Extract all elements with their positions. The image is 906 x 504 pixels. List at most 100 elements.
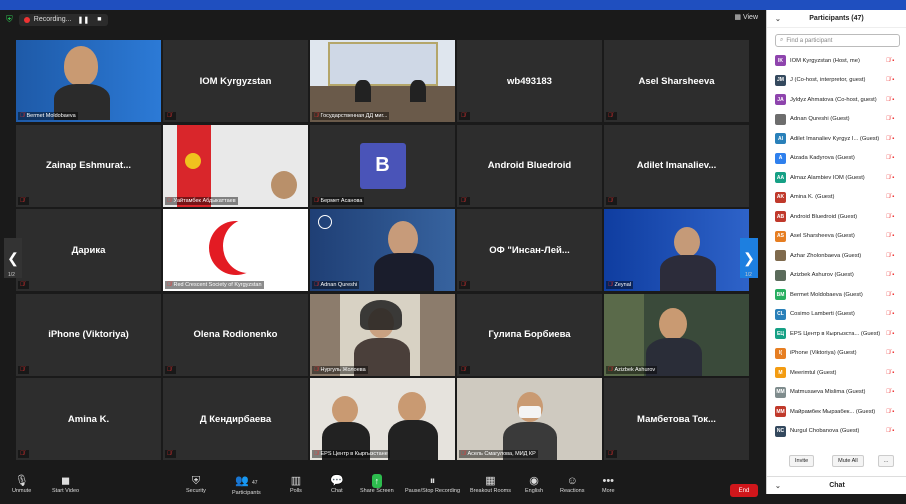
record-button[interactable]: ⏸ Pause/Stop Recording — [405, 474, 460, 494]
shield-icon: ⛨ — [191, 475, 201, 487]
participant-row[interactable]: CL Cosimo Lamberti (Guest) 🎙̸ ▪ — [767, 305, 906, 325]
breakout-button[interactable]: ▦ Breakout Rooms — [470, 474, 511, 494]
video-tile[interactable]: wb493183 🎙̸ — [457, 40, 602, 122]
avatar: A — [775, 152, 786, 164]
share-button[interactable]: ↑ Share Screen — [360, 474, 394, 494]
participant-name: Meerimtul (Guest) — [790, 369, 837, 376]
avatar: AI — [775, 133, 786, 145]
tile-name-label: 🎙̸ Государственная ДД миг... — [312, 112, 390, 120]
participant-row[interactable]: AK Amina K. (Guest) 🎙̸ ▪ — [767, 188, 906, 208]
video-tile[interactable]: Д Кендирбаева 🎙̸ — [163, 378, 308, 460]
end-meeting-button[interactable]: End — [730, 484, 758, 497]
video-tile[interactable]: 🎙̸ Уайтамбек Абдыкаттаев — [163, 124, 308, 207]
video-tile[interactable]: Amina K. 🎙̸ — [16, 378, 161, 460]
participant-name: Nurgul Chobanova (Guest) — [790, 428, 860, 435]
participant-name: Aizada Kadyrova (Guest) — [790, 155, 855, 162]
video-tile[interactable]: 🎙̸ EPS Центр в Кыргызстане — [310, 378, 455, 460]
video-tile[interactable]: Olena Rodionenko 🎙̸ — [163, 293, 308, 376]
tile-name-label: 🎙̸ — [18, 365, 29, 374]
video-tile[interactable]: IOM Kyrgyzstan 🎙̸ — [163, 40, 308, 122]
avatar: AS — [775, 230, 786, 242]
unmute-button[interactable]: 🎙 Unmute — [12, 474, 31, 494]
video-tile[interactable]: 🎙̸ Асель Смагулова, МИД КР — [457, 378, 602, 460]
chat-button[interactable]: 💬 Chat — [330, 474, 344, 494]
tile-name-label: 🎙̸ Zeynal — [606, 281, 634, 289]
participants-button[interactable]: 👥 47 Participants — [232, 474, 261, 496]
mute-all-button[interactable]: Mute All — [832, 455, 864, 467]
video-tile[interactable]: 🎙̸ Red Crescent Society of Kyrgyzstan — [163, 209, 308, 291]
polls-icon: ▥ — [290, 475, 302, 487]
video-tile[interactable]: ОФ "Инсан-Лей... 🎙̸ — [457, 209, 602, 291]
video-tile[interactable]: Zainap Eshmurat... 🎙̸ — [16, 124, 161, 207]
collapse-chevron-icon[interactable]: ⌄ — [775, 15, 781, 23]
more-options-button[interactable]: ... — [877, 455, 895, 467]
participant-row[interactable]: IK IOM Kyrgyzstan (Host, me) 🎙̸ ▪ — [767, 51, 906, 71]
chevron-left-icon: ❮ — [7, 249, 19, 266]
collapse-chat-chevron-icon[interactable]: ⌄ — [775, 482, 781, 490]
video-tile[interactable]: Гулипа Борбиева 🎙̸ — [457, 293, 602, 376]
participant-row[interactable]: JM J (Co-host, interpretor, guest) 🎙̸ ▪ — [767, 71, 906, 91]
video-tile[interactable]: B 🎙̸ Бермет Асанова — [310, 124, 455, 207]
mic-muted-icon: 🎙̸ — [314, 113, 319, 119]
participant-row[interactable]: Adnan Qureshi (Guest) 🎙̸ ▪ — [767, 110, 906, 130]
toolbar-label: English — [525, 488, 544, 494]
pause-recording-icon[interactable]: ❚❚ — [76, 16, 92, 24]
video-tile[interactable]: 🎙̸ Zeynal — [604, 209, 749, 291]
participant-row[interactable]: MM Майрамбек Мырзабек... (Guest) 🎙̸ ▪ — [767, 402, 906, 422]
tile-label-text: Adnan Qureshi — [320, 282, 358, 288]
mic-muted-icon: 🎙̸ — [167, 113, 172, 119]
stop-recording-icon[interactable]: ■ — [95, 16, 103, 23]
english-button[interactable]: ◉ English — [525, 474, 543, 494]
participant-row[interactable]: BM Bermet Moldobaeva (Guest) 🎙̸ ▪ — [767, 285, 906, 305]
participants-title: Participants (47) — [809, 15, 864, 22]
participant-row[interactable]: AS Asel Sharsheeva (Guest) 🎙̸ ▪ — [767, 227, 906, 247]
tile-name-label: 🎙̸ — [459, 196, 470, 205]
participant-tile-name: Amina K. — [67, 413, 110, 425]
tile-label-text: Azizbek Ashurov — [614, 366, 656, 373]
video-grid: 🎙̸ Bermet Moldobaeva IOM Kyrgyzstan 🎙̸ 🎙̸ Гос… — [16, 40, 749, 460]
video-tile[interactable]: 🎙̸ Bermet Moldobaeva — [16, 40, 161, 122]
participant-search-input[interactable]: ⌕ Find a participant — [775, 34, 900, 47]
video-tile[interactable]: iPhone (Viktoriya) 🎙̸ — [16, 293, 161, 376]
participant-row[interactable]: JA Jyldyz Ahmatova (Co-host, guest) 🎙̸ ▪ — [767, 90, 906, 110]
participant-row[interactable]: AA Almaz Alambiev IOM (Guest) 🎙̸ ▪ — [767, 168, 906, 188]
video-tile[interactable]: 🎙̸ Adnan Qureshi — [310, 209, 455, 291]
video-tile[interactable]: Мамбетова Ток... 🎙̸ — [604, 378, 749, 460]
mic-muted-icon: 🎙̸ — [20, 282, 25, 288]
mic-muted-icon: 🎙̸ ▪ — [886, 213, 895, 220]
participant-row[interactable]: AI Adilet Imanaliev Kyrgyz I... (Guest) 🎙̸… — [767, 129, 906, 149]
mic-muted-icon: 🎙̸ ▪ — [886, 428, 895, 435]
video-tile[interactable]: 🎙̸ Azizbek Ashurov — [604, 293, 749, 376]
video-tile[interactable]: 🎙̸ Нургуль Жолоева — [310, 293, 455, 376]
video-tile[interactable]: Asel Sharsheeva 🎙̸ — [604, 40, 749, 122]
tile-label-text: Асель Смагулова, МИД КР — [467, 451, 536, 457]
invite-button[interactable]: Invite — [789, 455, 815, 467]
participant-row[interactable]: M Meerimtul (Guest) 🎙̸ ▪ — [767, 363, 906, 383]
tile-label-text: Bermet Moldobaeva — [26, 113, 76, 119]
view-button[interactable]: ▦ View — [734, 13, 758, 21]
view-label: View — [742, 14, 758, 21]
more-button[interactable]: ••• More — [602, 474, 615, 494]
security-button[interactable]: ⛨ Security — [186, 474, 206, 494]
video-tile[interactable]: 🎙̸ Государственная ДД миг... — [310, 40, 455, 122]
video-tile[interactable]: Android Bluedroid 🎙̸ — [457, 124, 602, 207]
participant-row[interactable]: ЕЦ EPS Центр в Кыргызста... (Guest) 🎙̸ ▪ — [767, 324, 906, 344]
polls-button[interactable]: ▥ Polls — [290, 474, 302, 494]
video-tile[interactable]: Дарика 🎙̸ — [16, 209, 161, 291]
participant-row[interactable]: I(iPhone (Viktoriya) (Guest) 🎙̸ ▪ — [767, 344, 906, 364]
participant-row[interactable]: Azizbek Ashurov (Guest) 🎙̸ ▪ — [767, 266, 906, 286]
video-button[interactable]: ◼ Start Video — [52, 474, 79, 494]
participant-row[interactable]: MM Matmusaeva Mislima (Guest) 🎙̸ ▪ — [767, 383, 906, 403]
participant-row[interactable]: AB Android Bluedroid (Guest) 🎙̸ ▪ — [767, 207, 906, 227]
mic-muted-icon: 🎙̸ — [20, 451, 25, 457]
avatar: AB — [775, 211, 786, 223]
participant-row[interactable]: Azhar Zholonbaeva (Guest) 🎙̸ ▪ — [767, 246, 906, 266]
mic-muted-icon: 🎙̸ — [314, 282, 319, 288]
participant-row[interactable]: NC Nurgul Chobanova (Guest) 🎙̸ ▪ — [767, 422, 906, 442]
participant-row[interactable]: A Aizada Kadyrova (Guest) 🎙̸ ▪ — [767, 149, 906, 169]
video-tile[interactable]: Adilet Imanaliev... 🎙̸ — [604, 124, 749, 207]
mic-muted-icon: 🎙̸ — [608, 197, 613, 204]
recording-indicator: Recording... ❚❚ ■ — [18, 13, 109, 26]
reactions-button[interactable]: ☺ Reactions — [560, 474, 584, 494]
chat-header[interactable]: ⌄ Chat — [767, 476, 906, 494]
